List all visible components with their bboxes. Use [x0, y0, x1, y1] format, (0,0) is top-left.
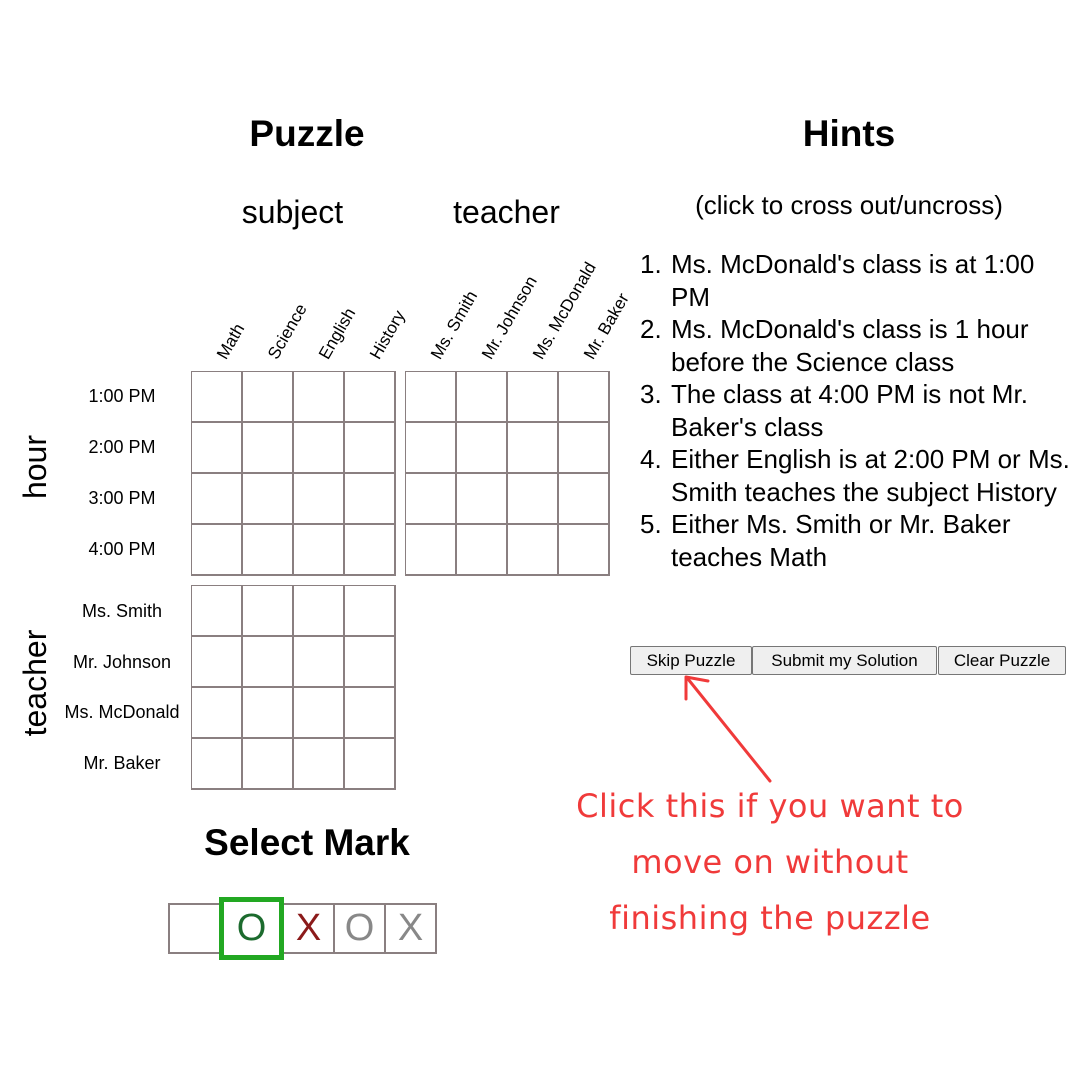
hint-item[interactable]: 1. Ms. McDonald's class is at 1:00 PM — [640, 248, 1070, 313]
grid-cell[interactable] — [243, 739, 294, 790]
row-label-1pm: 1:00 PM — [88, 386, 156, 406]
grid-cell[interactable] — [294, 372, 345, 423]
grid-cell[interactable] — [243, 586, 294, 637]
grid-cell[interactable] — [457, 372, 508, 423]
row-label-4pm: 4:00 PM — [88, 539, 156, 559]
hint-text: The class at 4:00 PM is not Mr. Baker's … — [671, 379, 1028, 442]
col-header-math: Math — [213, 320, 249, 363]
mark-x-light-option[interactable]: X — [384, 903, 437, 954]
col-header-science: Science — [264, 300, 311, 363]
grid-cell[interactable] — [345, 637, 396, 688]
grid-cell[interactable] — [508, 423, 559, 474]
grid-hour-teacher — [405, 371, 610, 576]
grid-cell[interactable] — [457, 474, 508, 525]
grid-cell[interactable] — [559, 525, 610, 576]
grid-cell[interactable] — [345, 372, 396, 423]
mark-o-option[interactable]: O — [219, 897, 284, 960]
grid-hour-subject — [191, 371, 396, 576]
grid-cell[interactable] — [406, 372, 457, 423]
grid-cell[interactable] — [508, 474, 559, 525]
subject-group-label: subject — [241, 194, 344, 230]
hint-number: 2. — [640, 314, 662, 344]
grid-cell[interactable] — [345, 739, 396, 790]
clear-puzzle-button[interactable]: Clear Puzzle — [938, 646, 1066, 675]
hint-text: Ms. McDonald's class is 1 hour before th… — [671, 314, 1029, 377]
grid-cell[interactable] — [559, 423, 610, 474]
hint-list: 1. Ms. McDonald's class is at 1:00 PM 2. M… — [640, 248, 1070, 573]
grid-cell[interactable] — [294, 688, 345, 739]
grid-cell[interactable] — [243, 688, 294, 739]
hint-number: 4. — [640, 444, 662, 474]
grid-cell[interactable] — [294, 739, 345, 790]
grid-cell[interactable] — [192, 688, 243, 739]
grid-cell[interactable] — [243, 474, 294, 525]
grid-cell[interactable] — [294, 525, 345, 576]
grid-cell[interactable] — [345, 586, 396, 637]
teacher-group-label: teacher — [453, 194, 560, 230]
grid-cell[interactable] — [192, 372, 243, 423]
grid-cell[interactable] — [294, 423, 345, 474]
grid-cell[interactable] — [406, 423, 457, 474]
grid-cell[interactable] — [192, 474, 243, 525]
row-label-ms-smith: Ms. Smith — [81, 601, 162, 621]
select-mark-title: Select Mark — [204, 822, 410, 863]
grid-cell[interactable] — [345, 525, 396, 576]
grid-cell[interactable] — [192, 739, 243, 790]
col-header-mr-baker: Mr. Baker — [580, 289, 633, 363]
annotation-text: Click this if you want to move on withou… — [576, 787, 964, 937]
grid-cell[interactable] — [406, 525, 457, 576]
hint-instruction: (click to cross out/uncross) — [695, 190, 1003, 220]
col-header-english: English — [315, 304, 360, 363]
grid-cell[interactable] — [243, 637, 294, 688]
grid-cell[interactable] — [192, 525, 243, 576]
mark-palette: O X O X — [168, 897, 437, 960]
row-label-2pm: 2:00 PM — [88, 437, 156, 457]
grid-cell[interactable] — [243, 423, 294, 474]
grid-cell[interactable] — [294, 637, 345, 688]
hint-number: 3. — [640, 379, 662, 409]
grid-cell[interactable] — [345, 474, 396, 525]
row-label-ms-mcdonald: Ms. McDonald — [64, 702, 180, 722]
grid-cell[interactable] — [345, 423, 396, 474]
grid-cell[interactable] — [559, 474, 610, 525]
puzzle-title: Puzzle — [249, 113, 365, 154]
hint-text: Ms. McDonald's class is at 1:00 PM — [671, 249, 1035, 312]
mark-o-light-option[interactable]: O — [333, 903, 386, 954]
hint-text: Either English is at 2:00 PM or Ms. Smit… — [671, 444, 1070, 507]
hint-number: 1. — [640, 249, 662, 279]
mark-x-option[interactable]: X — [282, 903, 335, 954]
grid-cell[interactable] — [508, 372, 559, 423]
row-label-mr-baker: Mr. Baker — [83, 753, 161, 773]
hour-axis-label: hour — [17, 434, 53, 500]
grid-cell[interactable] — [243, 372, 294, 423]
grid-cell[interactable] — [294, 586, 345, 637]
hint-item[interactable]: 2. Ms. McDonald's class is 1 hour before … — [640, 313, 1070, 378]
col-header-history: History — [366, 307, 409, 363]
grid-cell[interactable] — [457, 423, 508, 474]
grid-cell[interactable] — [345, 688, 396, 739]
col-header-ms-smith: Ms. Smith — [427, 287, 482, 363]
grid-teacher-subject — [191, 585, 396, 790]
hint-item[interactable]: 3. The class at 4:00 PM is not Mr. Baker'… — [640, 378, 1070, 443]
hints-title: Hints — [802, 113, 896, 154]
hint-text: Either Ms. Smith or Mr. Baker teaches Ma… — [671, 509, 1011, 572]
grid-cell[interactable] — [406, 474, 457, 525]
annotation-arrow-icon — [684, 675, 772, 783]
grid-cell[interactable] — [508, 525, 559, 576]
hint-item[interactable]: 5. Either Ms. Smith or Mr. Baker teaches … — [640, 508, 1070, 573]
grid-cell[interactable] — [294, 474, 345, 525]
row-label-mr-johnson: Mr. Johnson — [72, 652, 172, 672]
row-label-3pm: 3:00 PM — [88, 488, 156, 508]
grid-cell[interactable] — [192, 637, 243, 688]
mark-blank-option[interactable] — [168, 903, 221, 954]
grid-cell[interactable] — [559, 372, 610, 423]
hint-number: 5. — [640, 509, 662, 539]
grid-cell[interactable] — [457, 525, 508, 576]
grid-cell[interactable] — [192, 586, 243, 637]
grid-cell[interactable] — [243, 525, 294, 576]
hint-item[interactable]: 4. Either English is at 2:00 PM or Ms. Sm… — [640, 443, 1070, 508]
grid-cell[interactable] — [192, 423, 243, 474]
teacher-axis-label: teacher — [17, 629, 53, 737]
